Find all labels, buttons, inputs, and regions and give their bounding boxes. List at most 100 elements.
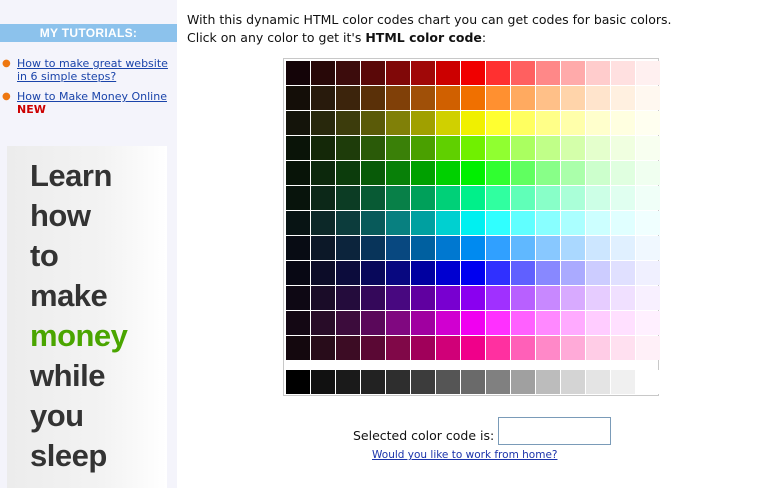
color-swatch[interactable]	[611, 186, 635, 210]
color-swatch[interactable]	[536, 61, 560, 85]
color-swatch[interactable]	[511, 136, 535, 160]
color-swatch[interactable]	[461, 261, 485, 285]
color-swatch[interactable]	[436, 161, 460, 185]
color-swatch[interactable]	[361, 61, 385, 85]
color-swatch[interactable]	[286, 336, 310, 360]
color-swatch[interactable]	[561, 286, 585, 310]
color-swatch[interactable]	[336, 370, 360, 394]
color-swatch[interactable]	[511, 186, 535, 210]
color-swatch[interactable]	[511, 236, 535, 260]
color-swatch[interactable]	[311, 261, 335, 285]
color-swatch[interactable]	[611, 370, 635, 394]
color-swatch[interactable]	[336, 136, 360, 160]
color-swatch[interactable]	[336, 261, 360, 285]
color-swatch[interactable]	[361, 311, 385, 335]
color-swatch[interactable]	[611, 286, 635, 310]
color-swatch[interactable]	[586, 211, 610, 235]
color-swatch[interactable]	[536, 186, 560, 210]
color-swatch[interactable]	[461, 61, 485, 85]
color-swatch[interactable]	[286, 61, 310, 85]
color-swatch[interactable]	[461, 186, 485, 210]
color-swatch[interactable]	[286, 186, 310, 210]
color-swatch[interactable]	[386, 236, 410, 260]
color-swatch[interactable]	[336, 336, 360, 360]
color-swatch[interactable]	[311, 370, 335, 394]
color-swatch[interactable]	[336, 186, 360, 210]
color-swatch[interactable]	[411, 286, 435, 310]
color-swatch[interactable]	[286, 161, 310, 185]
color-swatch[interactable]	[311, 136, 335, 160]
color-swatch[interactable]	[361, 111, 385, 135]
color-swatch[interactable]	[361, 236, 385, 260]
color-swatch[interactable]	[436, 286, 460, 310]
color-swatch[interactable]	[336, 286, 360, 310]
color-swatch[interactable]	[436, 211, 460, 235]
color-swatch[interactable]	[361, 261, 385, 285]
tutorial-link-website[interactable]: How to make great website in 6 simple st…	[17, 57, 174, 83]
color-swatch[interactable]	[436, 136, 460, 160]
color-swatch[interactable]	[486, 311, 510, 335]
color-swatch[interactable]	[436, 111, 460, 135]
color-swatch[interactable]	[411, 161, 435, 185]
color-swatch[interactable]	[636, 336, 660, 360]
color-code-input[interactable]	[498, 417, 611, 445]
color-swatch[interactable]	[536, 286, 560, 310]
color-swatch[interactable]	[486, 136, 510, 160]
color-swatch[interactable]	[411, 311, 435, 335]
color-swatch[interactable]	[611, 236, 635, 260]
color-swatch[interactable]	[286, 261, 310, 285]
color-swatch[interactable]	[561, 61, 585, 85]
color-swatch[interactable]	[561, 336, 585, 360]
color-swatch[interactable]	[311, 61, 335, 85]
color-swatch[interactable]	[636, 311, 660, 335]
color-swatch[interactable]	[361, 86, 385, 110]
color-swatch[interactable]	[486, 336, 510, 360]
color-swatch[interactable]	[536, 86, 560, 110]
color-swatch[interactable]	[461, 236, 485, 260]
color-swatch[interactable]	[511, 370, 535, 394]
color-swatch[interactable]	[586, 370, 610, 394]
color-swatch[interactable]	[486, 236, 510, 260]
color-swatch[interactable]	[536, 336, 560, 360]
color-swatch[interactable]	[486, 186, 510, 210]
color-swatch[interactable]	[511, 111, 535, 135]
color-swatch[interactable]	[361, 286, 385, 310]
color-swatch[interactable]	[411, 261, 435, 285]
color-swatch[interactable]	[611, 161, 635, 185]
color-swatch[interactable]	[586, 261, 610, 285]
color-swatch[interactable]	[536, 311, 560, 335]
color-swatch[interactable]	[561, 211, 585, 235]
color-swatch[interactable]	[586, 86, 610, 110]
color-swatch[interactable]	[486, 161, 510, 185]
color-swatch[interactable]	[411, 336, 435, 360]
color-swatch[interactable]	[411, 370, 435, 394]
color-swatch[interactable]	[361, 136, 385, 160]
color-swatch[interactable]	[561, 86, 585, 110]
color-swatch[interactable]	[636, 186, 660, 210]
color-swatch[interactable]	[511, 61, 535, 85]
color-swatch[interactable]	[511, 286, 535, 310]
color-swatch[interactable]	[386, 86, 410, 110]
color-swatch[interactable]	[386, 61, 410, 85]
color-swatch[interactable]	[461, 286, 485, 310]
color-swatch[interactable]	[586, 161, 610, 185]
color-swatch[interactable]	[536, 136, 560, 160]
color-swatch[interactable]	[611, 311, 635, 335]
color-swatch[interactable]	[336, 161, 360, 185]
color-swatch[interactable]	[511, 86, 535, 110]
color-swatch[interactable]	[636, 86, 660, 110]
color-swatch[interactable]	[561, 111, 585, 135]
color-swatch[interactable]	[636, 370, 660, 394]
color-swatch[interactable]	[436, 336, 460, 360]
color-swatch[interactable]	[536, 211, 560, 235]
color-swatch[interactable]	[611, 211, 635, 235]
color-swatch[interactable]	[386, 161, 410, 185]
color-swatch[interactable]	[536, 161, 560, 185]
color-swatch[interactable]	[411, 86, 435, 110]
color-swatch[interactable]	[386, 311, 410, 335]
ad-banner[interactable]: Learn how to make money while you sleep	[7, 146, 167, 488]
color-swatch[interactable]	[461, 211, 485, 235]
color-swatch[interactable]	[636, 61, 660, 85]
color-swatch[interactable]	[561, 236, 585, 260]
color-swatch[interactable]	[336, 86, 360, 110]
